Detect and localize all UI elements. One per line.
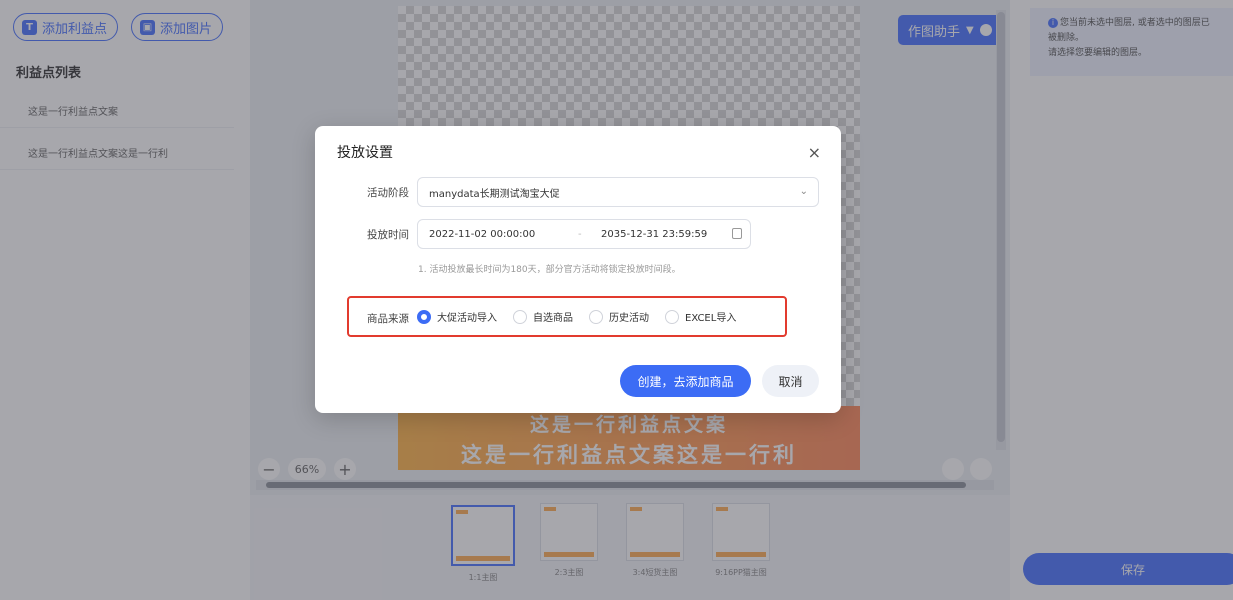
time-range-picker[interactable]: 2022-11-02 00:00:00 - 2035-12-31 23:59:5… (417, 219, 751, 249)
delivery-settings-dialog: 投放设置 × 活动阶段 manydata长期测试淘宝大促 ⌄ 投放时间 2022… (315, 126, 841, 413)
radio-unchecked-icon[interactable] (589, 309, 603, 324)
radio-label: 大促活动导入 (437, 313, 497, 324)
radio-checked-icon[interactable] (417, 309, 431, 324)
stage-value: manydata长期测试淘宝大促 (429, 188, 560, 200)
source-label: 商品来源 (367, 313, 409, 325)
range-separator: - (578, 229, 582, 240)
start-time[interactable]: 2022-11-02 00:00:00 (429, 229, 535, 240)
radio-unchecked-icon[interactable] (513, 309, 527, 324)
stage-label: 活动阶段 (367, 187, 409, 199)
radio-unchecked-icon[interactable] (665, 309, 679, 324)
close-icon[interactable]: × (808, 143, 821, 162)
cancel-button[interactable]: 取消 (762, 365, 819, 397)
chevron-down-icon: ⌄ (799, 186, 808, 197)
radio-excel-import[interactable]: EXCEL导入 (665, 309, 736, 324)
radio-label: 历史活动 (609, 313, 649, 324)
time-label: 投放时间 (367, 229, 409, 241)
radio-label: EXCEL导入 (685, 313, 737, 324)
create-add-goods-button[interactable]: 创建，去添加商品 (620, 365, 751, 397)
radio-promo-import[interactable]: 大促活动导入 (417, 309, 497, 324)
time-hint: 1. 活动投放最长时间为180天，部分官方活动将锁定投放时间段。 (418, 265, 681, 275)
radio-history[interactable]: 历史活动 (589, 309, 649, 324)
radio-label: 自选商品 (533, 313, 573, 324)
dialog-title: 投放设置 (337, 145, 393, 161)
calendar-icon[interactable] (732, 228, 742, 239)
source-radio-group: 大促活动导入 自选商品 历史活动 EXCEL导入 (417, 309, 752, 324)
end-time[interactable]: 2035-12-31 23:59:59 (601, 229, 707, 240)
stage-select[interactable]: manydata长期测试淘宝大促 ⌄ (417, 177, 819, 207)
radio-self-select[interactable]: 自选商品 (513, 309, 573, 324)
